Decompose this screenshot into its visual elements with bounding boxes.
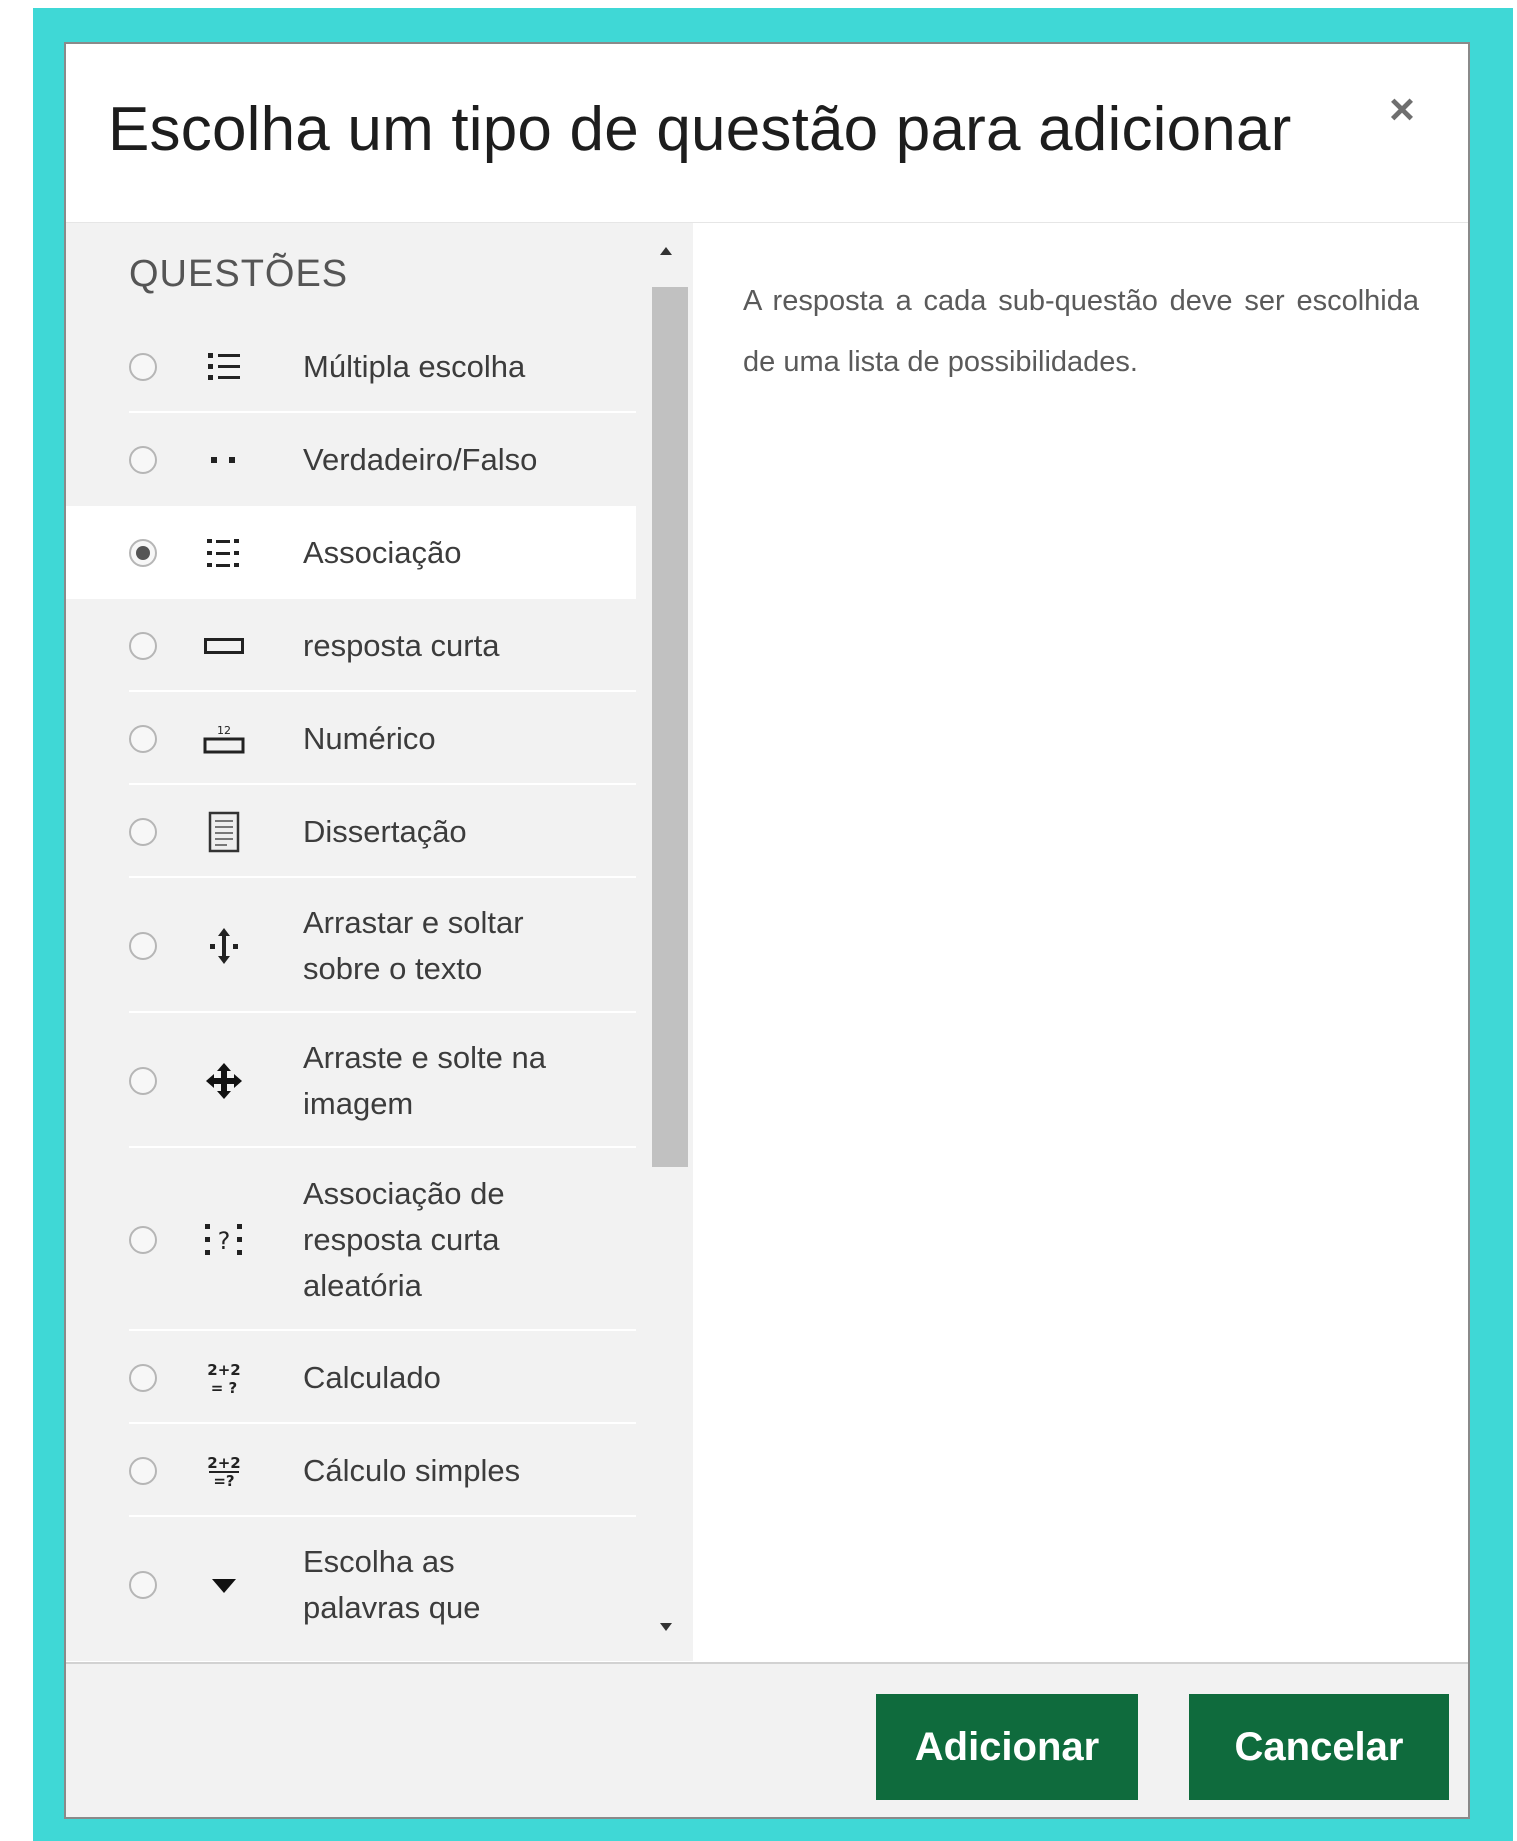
scrollbar[interactable]	[646, 223, 688, 1661]
radio-button[interactable]	[129, 1570, 157, 1599]
radio-button[interactable]	[129, 931, 157, 960]
option-label: Arraste e solte na imagem	[303, 1039, 546, 1121]
option-short-answer[interactable]: resposta curta	[66, 599, 636, 692]
option-select-missing-words[interactable]: Escolha as palavras que	[66, 1517, 636, 1652]
option-label: Múltipla escolha	[303, 348, 526, 384]
svg-text:?: ?	[218, 1227, 231, 1255]
option-label: Verdadeiro/Falso	[303, 441, 538, 477]
add-button[interactable]: Adicionar	[876, 1694, 1138, 1800]
radio-button[interactable]	[129, 352, 157, 381]
question-type-dialog: Escolha um tipo de questão para adiciona…	[64, 42, 1470, 1819]
short-answer-icon	[202, 626, 246, 666]
option-calculated-simple[interactable]: 2+2 =? Cálculo simples	[66, 1424, 636, 1517]
option-label: Cálculo simples	[303, 1452, 521, 1488]
scrollbar-thumb[interactable]	[652, 287, 688, 1167]
scroll-down-arrow-icon[interactable]	[646, 1613, 686, 1643]
svg-text:=?: =?	[213, 1472, 234, 1490]
dialog-footer: Adicionar Cancelar	[66, 1662, 1468, 1817]
option-drag-drop-image[interactable]: Arraste e solte na imagem	[66, 1013, 636, 1148]
option-label: Associação	[303, 534, 462, 570]
radio-button[interactable]	[129, 1456, 157, 1485]
svg-text:2+2: 2+2	[207, 1361, 240, 1379]
two-dots-icon	[202, 440, 246, 480]
drag-drop-image-icon	[202, 1061, 246, 1101]
option-drag-drop-text[interactable]: Arrastar e soltar sobre o texto	[66, 878, 636, 1013]
drag-drop-text-icon	[202, 926, 246, 966]
calculated-icon: 2+2 = ?	[202, 1358, 246, 1398]
radio-button[interactable]	[129, 631, 157, 660]
option-label: Associação de resposta curta aleatória	[303, 1175, 505, 1303]
option-numeric[interactable]: 12 Numérico	[66, 692, 636, 785]
option-random-short-answer-matching[interactable]: ? Associação de resposta curta aleatória	[66, 1148, 636, 1331]
option-label: Numérico	[303, 720, 436, 756]
section-title: QUESTÕES	[129, 253, 349, 295]
radio-button[interactable]	[129, 1363, 157, 1392]
matching-icon	[202, 533, 246, 573]
radio-button[interactable]	[129, 817, 157, 846]
option-calculated[interactable]: 2+2 = ? Calculado	[66, 1331, 636, 1424]
option-label: Calculado	[303, 1359, 441, 1395]
option-true-false[interactable]: Verdadeiro/Falso	[66, 413, 636, 506]
svg-text:2+2: 2+2	[207, 1454, 240, 1472]
svg-text:12: 12	[217, 724, 231, 737]
random-match-icon: ?	[202, 1220, 246, 1260]
close-icon[interactable]: ×	[1380, 88, 1424, 132]
option-essay[interactable]: Dissertação	[66, 785, 636, 878]
numeric-icon: 12	[202, 719, 246, 759]
description-pane: A resposta a cada sub-questão deve ser e…	[693, 223, 1468, 1661]
option-label: Escolha as palavras que	[303, 1543, 481, 1625]
dialog-title: Escolha um tipo de questão para adiciona…	[108, 95, 1292, 164]
cancel-button[interactable]: Cancelar	[1189, 1694, 1449, 1800]
calculated-simple-icon: 2+2 =?	[202, 1451, 246, 1491]
dialog-header: Escolha um tipo de questão para adiciona…	[66, 44, 1468, 223]
radio-button[interactable]	[129, 1225, 157, 1254]
option-multiple-choice[interactable]: Múltipla escolha	[66, 320, 636, 413]
radio-button[interactable]	[129, 445, 157, 474]
option-label: Arrastar e soltar sobre o texto	[303, 904, 524, 986]
question-list-pane: QUESTÕES Múltipla escolha Verdadeiro/Fal…	[66, 223, 693, 1661]
radio-button[interactable]	[129, 724, 157, 753]
scroll-up-arrow-icon[interactable]	[646, 235, 686, 265]
option-label: resposta curta	[303, 627, 500, 663]
radio-button[interactable]	[129, 538, 157, 567]
dropdown-arrow-icon	[202, 1565, 246, 1605]
radio-button[interactable]	[129, 1066, 157, 1095]
svg-text:= ?: = ?	[211, 1379, 238, 1397]
question-type-description: A resposta a cada sub-questão deve ser e…	[743, 285, 1419, 378]
option-matching[interactable]: Associação	[66, 506, 636, 599]
option-label: Dissertação	[303, 813, 467, 849]
essay-icon	[202, 811, 246, 852]
question-options: Múltipla escolha Verdadeiro/Falso Associ…	[66, 320, 636, 1652]
list-icon	[202, 347, 246, 387]
